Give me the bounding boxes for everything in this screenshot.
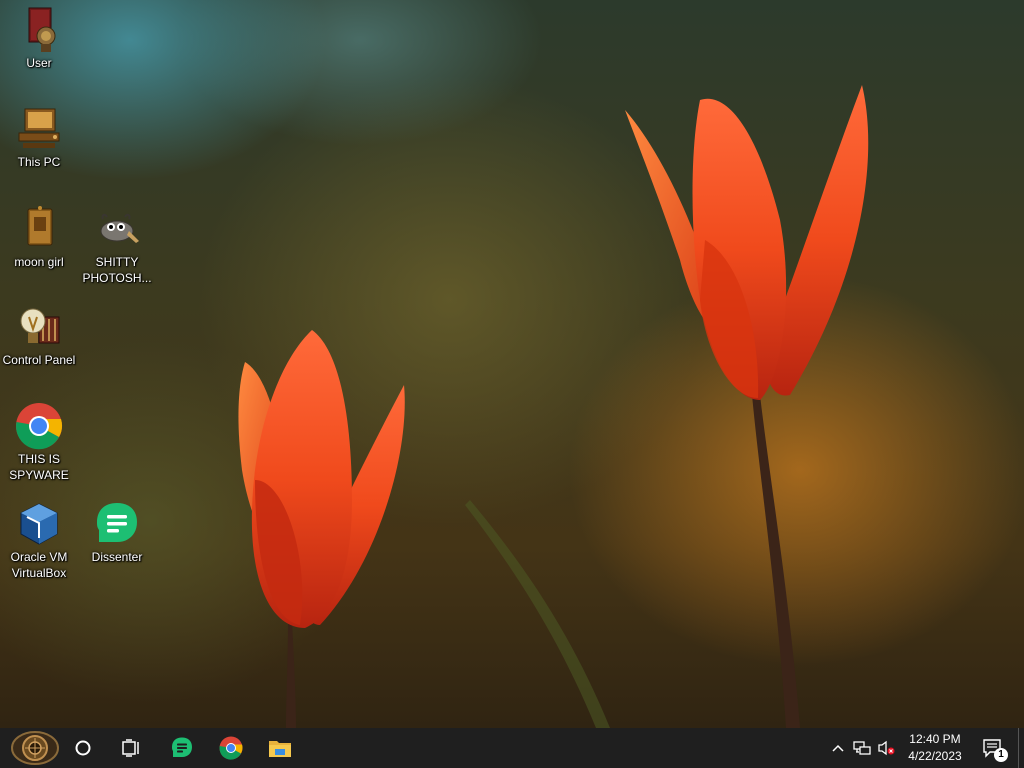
task-view-icon [122, 739, 139, 757]
icon-label: SHITTY PHOTOSH... [82, 255, 152, 285]
cortana-circle-icon [75, 740, 91, 756]
icon-label: User [26, 56, 52, 70]
gimp-icon [100, 213, 139, 243]
network-icon [853, 741, 871, 755]
file-explorer-icon [269, 741, 291, 757]
desktop-icon-this-pc[interactable]: This PC [0, 105, 78, 170]
computer-icon [18, 108, 60, 148]
desktop-icon-control-panel[interactable]: Control Panel [0, 303, 78, 368]
taskbar-file-explorer-button[interactable] [258, 728, 302, 768]
show-desktop-button[interactable] [1018, 728, 1024, 768]
desktop-icon-user[interactable]: User [0, 6, 78, 71]
search-button[interactable] [64, 728, 102, 768]
taskbar-chrome-button[interactable] [209, 728, 253, 768]
control-panel-icon [20, 308, 60, 344]
start-orb-icon [11, 731, 59, 765]
taskbar: 12:40 PM 4/22/2023 1 [0, 728, 1024, 768]
wallpaper-tulips [238, 85, 869, 728]
volume-button[interactable] [874, 728, 898, 768]
taskbar-dissenter-button[interactable] [160, 728, 204, 768]
start-button[interactable] [6, 728, 64, 768]
icon-label: THIS IS SPYWARE [9, 452, 69, 482]
desktop-icon-dissenter[interactable]: Dissenter [78, 500, 156, 565]
desktop-icon-moon-girl[interactable]: moon girl [0, 205, 78, 270]
dissenter-icon [172, 737, 192, 757]
desktop-icon-chrome[interactable]: THIS IS SPYWARE [0, 402, 78, 483]
notification-count-badge: 1 [994, 748, 1008, 762]
volume-muted-icon [878, 740, 895, 756]
book-icon [27, 206, 53, 246]
icon-label: Oracle VM VirtualBox [10, 550, 68, 580]
dissenter-icon [97, 503, 137, 542]
icon-label: moon girl [14, 255, 64, 269]
show-hidden-icons-button[interactable] [828, 728, 848, 768]
icon-label: Control Panel [2, 353, 76, 367]
clock[interactable]: 12:40 PM 4/22/2023 [898, 728, 972, 768]
user-folder-icon [28, 7, 56, 52]
chrome-icon [219, 736, 243, 760]
desktop-icon-virtualbox[interactable]: Oracle VM VirtualBox [0, 500, 78, 581]
action-center-button[interactable]: 1 [978, 728, 1008, 768]
task-view-button[interactable] [110, 728, 152, 768]
virtualbox-icon [20, 503, 58, 545]
network-button[interactable] [850, 728, 874, 768]
icon-label: Dissenter [91, 550, 143, 564]
chevron-up-icon [832, 744, 844, 752]
desktop-icon-gimp[interactable]: SHITTY PHOTOSH... [78, 205, 156, 286]
clock-time: 12:40 PM [909, 732, 961, 746]
icon-label: This PC [17, 155, 61, 169]
clock-date: 4/22/2023 [908, 749, 962, 763]
desktop[interactable]: User This PC moon girl SHITTY PHOTOSH...… [0, 0, 1024, 728]
chrome-icon [16, 403, 62, 450]
